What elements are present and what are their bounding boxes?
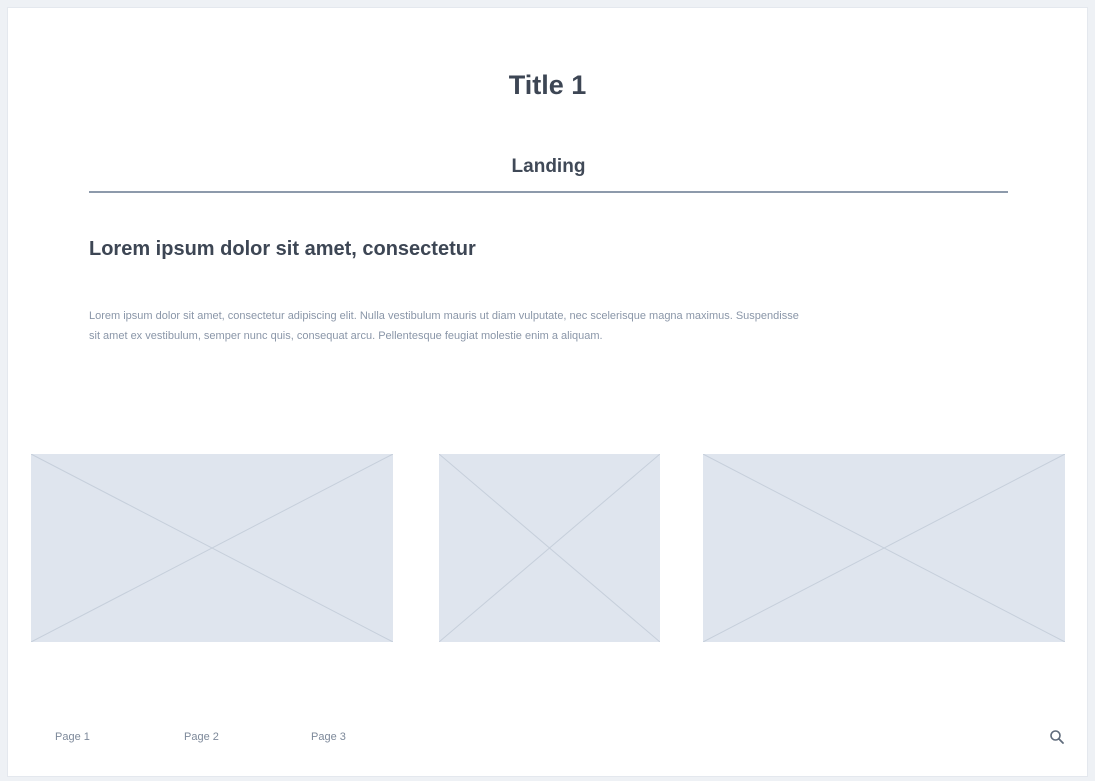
content-paragraph: Lorem ipsum dolor sit amet, consectetur …	[89, 310, 799, 342]
image-placeholder-icon	[439, 454, 660, 642]
image-placeholder-3	[703, 454, 1065, 642]
image-placeholder-1	[31, 454, 393, 642]
image-placeholder-icon	[31, 454, 393, 642]
page-title: Title 1	[508, 70, 587, 100]
image-placeholder-2	[439, 454, 660, 642]
page-frame: Title 1 Landing Lorem ipsum dolor sit am…	[8, 8, 1087, 776]
image-placeholder-icon	[703, 454, 1065, 642]
footer-link-page-2[interactable]: Page 2	[184, 731, 219, 743]
content-heading: Lorem ipsum dolor sit amet, consectetur	[89, 238, 476, 260]
search-icon	[1050, 730, 1064, 744]
landing-label: Landing	[511, 156, 586, 177]
search-button[interactable]	[1049, 729, 1065, 745]
footer-link-page-3[interactable]: Page 3	[311, 731, 346, 743]
footer-link-page-1[interactable]: Page 1	[55, 731, 90, 743]
landing-section-header: Landing	[89, 154, 1008, 193]
